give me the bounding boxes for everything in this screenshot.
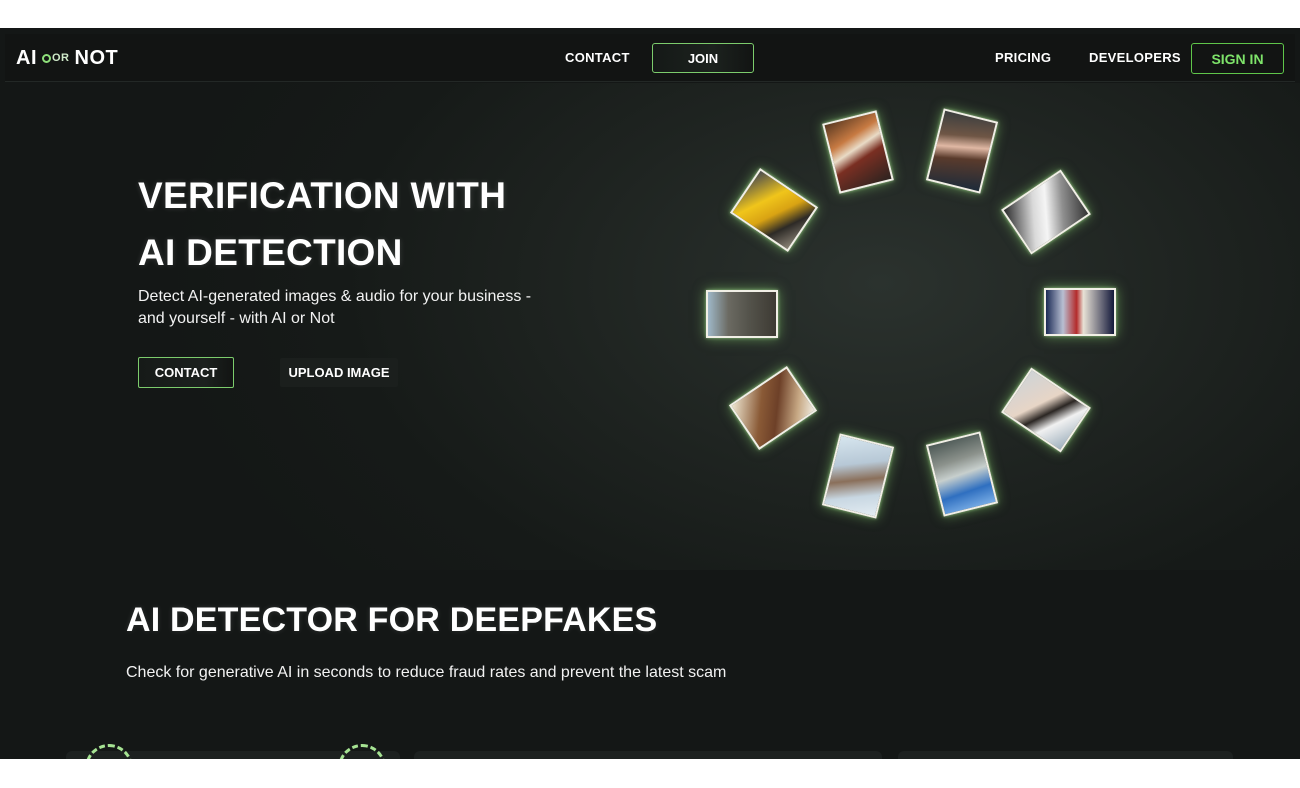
hero-contact-button[interactable]: CONTACT xyxy=(138,357,234,388)
sample-image-man-glasses[interactable] xyxy=(1001,367,1091,453)
section-subtitle: Check for generative AI in seconds to re… xyxy=(126,664,727,681)
upload-image-button[interactable]: UPLOAD IMAGE xyxy=(280,358,398,387)
hero-subtitle-line1: Detect AI-generated images & audio for y… xyxy=(138,288,532,305)
dashed-circle-icon-2 xyxy=(338,744,386,759)
hero-title-line1: VERIFICATION WITH xyxy=(138,175,507,216)
hero-title: VERIFICATION WITH AI DETECTION xyxy=(138,167,658,281)
nav-developers-link[interactable]: DEVELOPERS xyxy=(1089,50,1181,65)
dashed-circle-icon-1 xyxy=(85,744,133,759)
nav-pricing-link[interactable]: PRICING xyxy=(995,50,1051,65)
sample-image-campaign-poster[interactable] xyxy=(1044,288,1116,336)
feature-card-3[interactable] xyxy=(898,751,1233,759)
logo-text-not: NOT xyxy=(74,46,119,69)
hero-title-line2: AI DETECTION xyxy=(138,232,403,273)
join-button[interactable]: JOIN xyxy=(652,43,754,73)
page-frame: AI OR NOT CONTACT JOIN PRICING DEVELOPER… xyxy=(0,28,1300,759)
hero-subtitle: Detect AI-generated images & audio for y… xyxy=(138,286,558,330)
logo-ring-icon xyxy=(42,53,51,63)
logo-or-text: OR xyxy=(52,52,70,64)
hero-subtitle-line2: and yourself - with AI or Not xyxy=(138,310,335,327)
sample-image-aerial-city[interactable] xyxy=(706,290,778,338)
logo-or: OR xyxy=(42,52,70,64)
top-navbar: AI OR NOT CONTACT JOIN PRICING DEVELOPER… xyxy=(5,34,1295,82)
logo-text-ai: AI xyxy=(16,46,37,69)
sample-image-woman-portrait[interactable] xyxy=(925,108,999,194)
sample-image-pikachu[interactable] xyxy=(729,168,819,252)
sample-image-smiling-man[interactable] xyxy=(728,366,818,450)
hero-section: VERIFICATION WITH AI DETECTION Detect AI… xyxy=(0,83,1300,570)
sample-image-puffer-jacket[interactable] xyxy=(1001,169,1091,255)
sample-image-id-card[interactable] xyxy=(821,433,895,519)
sample-image-man-shirt[interactable] xyxy=(822,110,894,194)
sign-in-button[interactable]: SIGN IN xyxy=(1191,43,1284,74)
sample-image-car-crash[interactable] xyxy=(925,431,999,517)
feature-card-2[interactable] xyxy=(414,751,882,759)
nav-contact-link[interactable]: CONTACT xyxy=(565,50,630,65)
section-title: AI DETECTOR FOR DEEPFAKES xyxy=(126,601,658,639)
logo[interactable]: AI OR NOT xyxy=(16,47,118,69)
